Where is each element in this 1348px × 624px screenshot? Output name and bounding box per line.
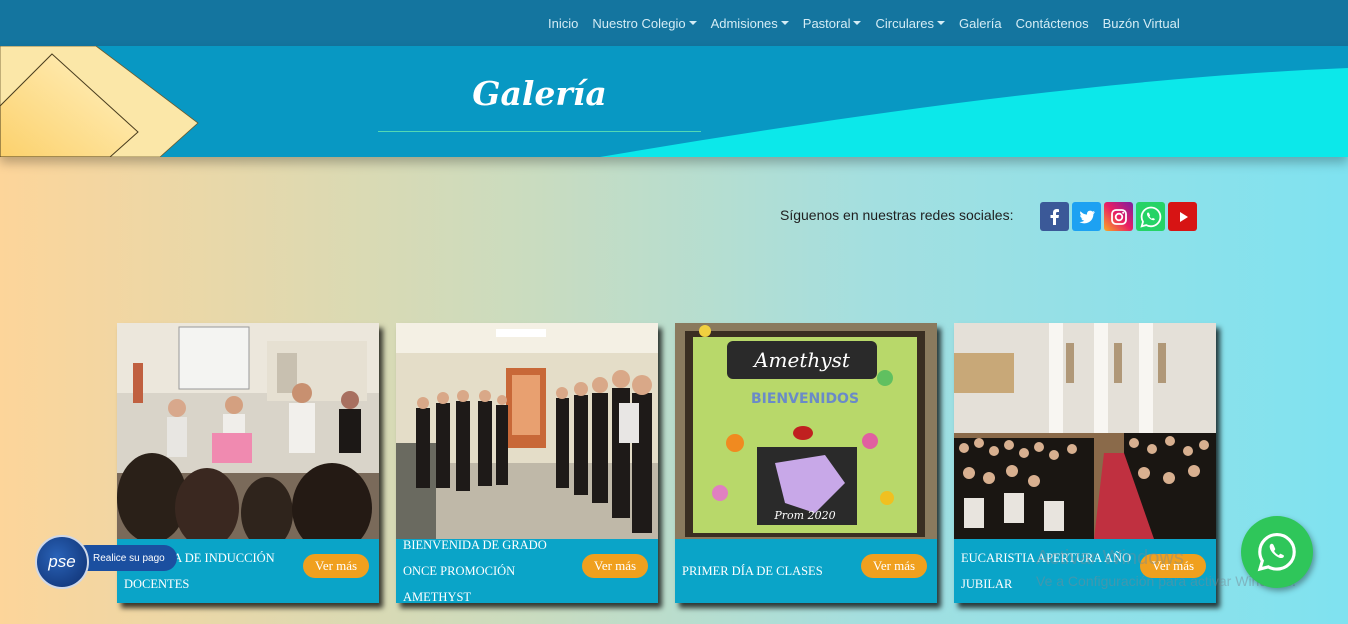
poster-footer: Prom 2020 — [773, 509, 835, 522]
ver-mas-button[interactable]: Ver más — [303, 554, 369, 578]
nav-item-galeria[interactable]: Galería — [952, 16, 1009, 31]
youtube-icon[interactable] — [1168, 202, 1197, 231]
caret-down-icon — [780, 21, 789, 25]
caret-down-icon — [937, 21, 945, 25]
nav-item-label: Circulares — [875, 15, 934, 31]
gallery-card[interactable]: Amethyst BIENVENIDOS Prom 2020 PRIMER DÍ… — [675, 323, 937, 603]
card-caption: BIENVENIDA DE GRADO ONCE PROMOCIÓN AMETH… — [396, 538, 658, 604]
pse-logo-icon[interactable]: pse — [35, 535, 89, 589]
title-underline — [378, 131, 701, 132]
nav-menu: Inicio Nuestro Colegio Admisiones Pastor… — [541, 0, 1187, 46]
poster-title: Amethyst — [752, 348, 851, 372]
nav-item-contactenos[interactable]: Contáctenos — [1009, 16, 1096, 31]
whatsapp-icon[interactable] — [1136, 202, 1165, 231]
whatsapp-icon — [1257, 533, 1296, 572]
nav-item-inicio[interactable]: Inicio — [541, 16, 585, 31]
ver-mas-button[interactable]: Ver más — [582, 554, 648, 578]
facebook-icon[interactable] — [1040, 202, 1069, 231]
poster-subtitle: BIENVENIDOS — [751, 391, 859, 407]
pse-logo-text: pse — [48, 552, 76, 571]
nav-item-label: Admisiones — [710, 15, 778, 31]
nav-item-label: Nuestro Colegio — [592, 15, 686, 31]
top-navbar: Inicio Nuestro Colegio Admisiones Pastor… — [0, 0, 1348, 46]
card-caption: PRIMER DÍA DE CLASES Ver más — [675, 539, 937, 603]
nav-item-label: Galería — [959, 15, 1002, 31]
nav-item-admisiones[interactable]: Admisiones — [704, 16, 796, 31]
page-banner: Galería — [0, 46, 1348, 157]
card-title: PRIMER DÍA DE CLASES — [682, 564, 823, 578]
nav-item-pastoral[interactable]: Pastoral — [796, 16, 869, 31]
nav-item-label: Contáctenos — [1015, 15, 1089, 31]
nav-item-circulares[interactable]: Circulares — [868, 16, 952, 31]
nav-item-label: Buzón Virtual — [1102, 15, 1180, 31]
gallery-card[interactable]: BIENVENIDA DE GRADO ONCE PROMOCIÓN AMETH… — [396, 323, 658, 604]
gallery-photo[interactable] — [117, 323, 379, 539]
activation-watermark-title: Activar Windows — [1036, 547, 1184, 569]
social-icons — [1040, 202, 1197, 231]
nav-item-buzon-virtual[interactable]: Buzón Virtual — [1096, 16, 1187, 31]
pse-payment-widget[interactable]: pse Realice su pago — [35, 535, 177, 589]
nav-item-label: Pastoral — [802, 15, 851, 31]
instagram-icon[interactable] — [1104, 202, 1133, 231]
twitter-icon[interactable] — [1072, 202, 1101, 231]
gallery-photo[interactable]: Amethyst BIENVENIDOS Prom 2020 — [675, 323, 937, 539]
page-title: Galería — [472, 74, 607, 113]
ver-mas-button[interactable]: Ver más — [861, 554, 927, 578]
banner-decoration — [0, 46, 199, 157]
social-label: Síguenos en nuestras redes sociales: — [780, 207, 1014, 223]
card-title: BIENVENIDA DE GRADO ONCE PROMOCIÓN AMETH… — [403, 538, 547, 604]
whatsapp-float-button[interactable] — [1241, 516, 1313, 588]
gallery-photo[interactable] — [396, 323, 658, 539]
pse-label: Realice su pago — [93, 552, 165, 564]
caret-down-icon — [853, 21, 862, 25]
nav-item-nuestro-colegio[interactable]: Nuestro Colegio — [585, 16, 703, 31]
caret-down-icon — [688, 21, 697, 25]
nav-item-label: Inicio — [548, 15, 579, 31]
gallery-photo[interactable] — [954, 323, 1216, 539]
